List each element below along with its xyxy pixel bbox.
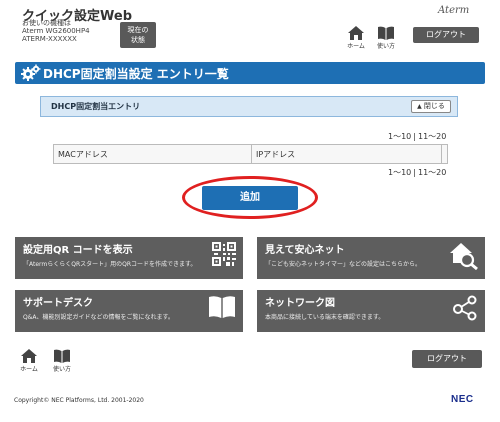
status-button-line2: 状態	[131, 36, 145, 44]
pager-top: 1〜10 | 11〜20	[388, 131, 446, 142]
tile-description: 本商品に接続している端末を確認できます。	[265, 314, 385, 321]
page-range-2-link[interactable]: 11〜20	[418, 132, 446, 141]
home-label: ホーム	[20, 366, 38, 373]
section-header-bar: DHCP固定割当設定 エントリ一覧	[15, 62, 485, 84]
status-button-line1: 現在の	[127, 26, 149, 34]
footer-logout-button[interactable]: ログアウト	[412, 350, 482, 368]
gear-icon	[21, 64, 41, 81]
mac-address-header: MACアドレス	[53, 144, 252, 164]
copyright-text: Copyright© NEC Platforms, Ltd. 2001-2020	[14, 397, 144, 404]
action-header	[441, 144, 448, 164]
tile-title: サポートデスク	[23, 298, 93, 309]
panel-title: DHCP固定割当エントリ	[51, 102, 141, 111]
home-search-icon	[450, 243, 478, 270]
tile-title: ネットワーク図	[265, 298, 335, 309]
chevron-up-icon: ▲	[417, 103, 422, 110]
qr-code-tile[interactable]: 設定用QR コードを表示 「AtermらくらくQRスタート」用のQRコードを作成…	[15, 237, 243, 279]
tile-title: 設定用QR コードを表示	[23, 245, 133, 256]
page-title: DHCP固定割当設定 エントリ一覧	[43, 67, 229, 81]
network-map-tile[interactable]: ネットワーク図 本商品に接続している端末を確認できます。	[257, 290, 485, 332]
device-label: お使いの機種は	[22, 19, 71, 27]
pager-separator: |	[413, 132, 416, 141]
entry-panel-header: DHCP固定割当エントリ ▲ 閉じる	[40, 96, 458, 117]
home-icon	[21, 349, 37, 363]
tile-description: 「AtermらくらくQRスタート」用のQRコードを作成できます。	[23, 261, 197, 268]
highlight-ellipse	[182, 176, 318, 219]
device-model: Aterm WG2600HP4	[22, 27, 90, 35]
home-link[interactable]: ホーム	[343, 26, 369, 50]
collapse-button-label: 閉じる	[423, 102, 445, 110]
pager-bottom: 1〜10 | 11〜20	[388, 167, 446, 178]
network-nodes-icon	[453, 295, 477, 321]
manual-label: 使い方	[376, 43, 395, 50]
pager-separator: |	[413, 168, 416, 177]
header: クイック設定Web お使いの機種は Aterm WG2600HP4 ATERM-…	[0, 0, 500, 58]
tile-description: 「こども安心ネットタイマー」などの設定はこちらから。	[265, 261, 422, 268]
ip-address-header: IPアドレス	[251, 144, 442, 164]
mieru-anshin-tile[interactable]: 見えて安心ネット 「こども安心ネットタイマー」などの設定はこちらから。	[257, 237, 485, 279]
footer-manual-link[interactable]: 使い方	[49, 349, 75, 373]
support-desk-tile[interactable]: サポートデスク Q&A、機能別設定ガイドなどの情報をご覧になれます。	[15, 290, 243, 332]
current-status-button[interactable]: 現在の 状態	[120, 22, 156, 48]
nec-logo: NEC	[451, 394, 474, 405]
aterm-logo: Aterm	[438, 5, 470, 16]
page-range-1-link[interactable]: 1〜10	[388, 168, 411, 177]
home-label: ホーム	[347, 43, 365, 50]
logout-button[interactable]: ログアウト	[413, 27, 479, 43]
book-icon	[54, 349, 70, 363]
footer-home-link[interactable]: ホーム	[16, 349, 42, 373]
entry-table: MACアドレス IPアドレス	[53, 144, 448, 164]
book-icon	[209, 296, 235, 318]
tile-title: 見えて安心ネット	[265, 245, 345, 256]
page-range-1-link[interactable]: 1〜10	[388, 132, 411, 141]
collapse-button[interactable]: ▲ 閉じる	[411, 100, 451, 113]
tile-description: Q&A、機能別設定ガイドなどの情報をご覧になれます。	[23, 314, 174, 321]
page-range-2-link[interactable]: 11〜20	[418, 168, 446, 177]
home-icon	[348, 26, 364, 40]
manual-link[interactable]: 使い方	[373, 26, 399, 50]
qr-code-icon	[212, 242, 236, 266]
device-id: ATERM-XXXXXX	[22, 35, 77, 43]
book-icon	[378, 26, 394, 40]
manual-label: 使い方	[52, 366, 71, 373]
table-header-row: MACアドレス IPアドレス	[53, 144, 448, 164]
